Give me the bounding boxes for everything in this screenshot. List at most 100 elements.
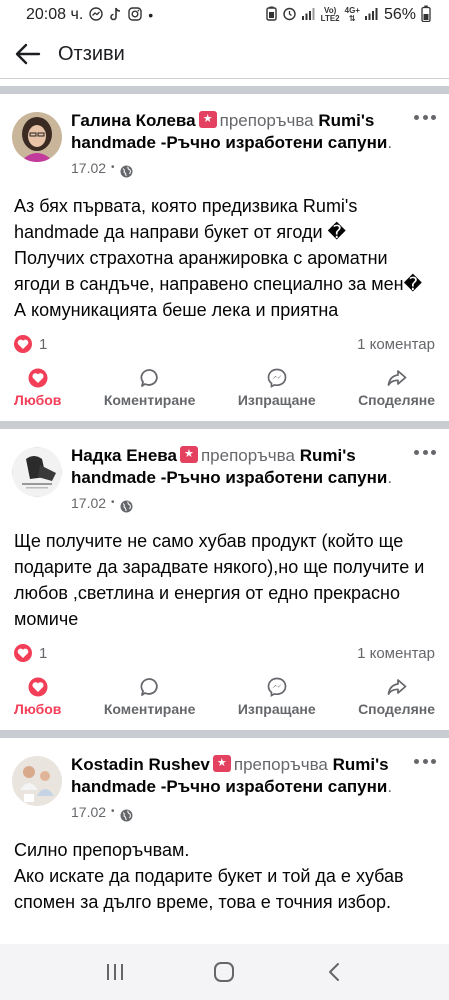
more-options-icon[interactable] (414, 112, 436, 122)
heart-icon (27, 676, 49, 698)
comments-count[interactable]: 1 коментар (357, 336, 435, 353)
globe-icon (120, 497, 133, 512)
post-header: Kostadin Rushevпрепоръчва Rumi's handmad… (0, 738, 449, 823)
send-label: Изпращане (237, 392, 316, 408)
review-post: Надка Еневапрепоръчва Rumi's handmade -Р… (0, 429, 449, 730)
post-separator (0, 421, 449, 429)
back-arrow-icon[interactable] (14, 40, 42, 68)
battery-saver-icon (265, 6, 277, 24)
post-meta: 17.02 • (71, 492, 397, 514)
post-text: Силно препоръчвам. Ако искате да подарит… (14, 840, 404, 912)
heart-icon (27, 367, 49, 389)
post-header: Галина Колевапрепоръчва Rumi's handmade … (0, 94, 449, 179)
post-separator (0, 86, 449, 94)
battery-percent: 56% (383, 6, 416, 23)
meta-separator: • (111, 497, 115, 508)
comment-icon (139, 367, 161, 389)
reaction-count: 1 (39, 644, 48, 662)
heart-reaction-icon (14, 335, 32, 353)
share-button[interactable]: Споделяне (358, 676, 435, 717)
share-icon (386, 676, 408, 698)
network-4g-indicator: 4G+ ⇅ (344, 6, 360, 23)
comment-button[interactable]: Коментиране (103, 676, 196, 717)
post-meta: 17.02 • (71, 801, 397, 823)
avatar[interactable] (12, 112, 62, 162)
recommends-label: препоръчва (233, 755, 328, 774)
gap (0, 79, 449, 86)
love-button[interactable]: Любов (14, 367, 61, 408)
comment-icon (139, 676, 161, 698)
recommend-badge-icon (179, 446, 198, 463)
post-stats: 1 1 коментар (0, 632, 449, 666)
love-label: Любов (14, 392, 62, 408)
post-date[interactable]: 17.02 (71, 801, 106, 823)
share-icon (386, 367, 408, 389)
reactions-summary[interactable]: 1 (14, 335, 47, 353)
author-name[interactable]: Надка Енева (71, 446, 177, 465)
heart-reaction-icon (14, 644, 32, 662)
comment-label: Коментиране (103, 701, 196, 717)
messenger-icon (266, 676, 288, 698)
post-title: Надка Еневапрепоръчва Rumi's handmade -Р… (71, 445, 437, 514)
send-button[interactable]: Изпращане (238, 676, 316, 717)
volte-indicator: Vo) LTE2 (320, 6, 340, 23)
post-stats: 1 1 коментар (0, 323, 449, 357)
messenger-icon (266, 367, 288, 389)
meta-separator: • (111, 806, 115, 817)
system-navigation-bar (0, 944, 449, 1000)
recommends-label: препоръчва (219, 111, 314, 130)
share-label: Споделяне (358, 392, 435, 408)
post-text: Аз бях първата, която предизвика Rumi's … (14, 196, 423, 320)
post-date[interactable]: 17.02 (71, 157, 106, 179)
reviews-feed[interactable]: Галина Колевапрепоръчва Rumi's handmade … (0, 78, 449, 944)
recommend-badge-icon (212, 755, 231, 772)
recent-apps-icon[interactable] (95, 952, 135, 992)
tiktok-notification-icon (109, 7, 122, 24)
love-label: Любов (14, 701, 62, 717)
author-name[interactable]: Kostadin Rushev (71, 755, 210, 774)
send-label: Изпращане (237, 701, 316, 717)
send-button[interactable]: Изпращане (238, 367, 316, 408)
comment-label: Коментиране (103, 392, 196, 408)
post-actions: Любов Коментиране Изпращане Споделяне (0, 357, 449, 421)
reactions-summary[interactable]: 1 (14, 644, 47, 662)
back-nav-icon[interactable] (314, 952, 354, 992)
post-meta: 17.02 • (71, 157, 397, 179)
love-button[interactable]: Любов (14, 676, 61, 717)
avatar[interactable] (12, 447, 62, 497)
avatar[interactable] (12, 756, 62, 806)
more-options-icon[interactable] (414, 756, 436, 766)
signal-1-icon (301, 7, 316, 23)
post-actions: Любов Коментиране Изпращане Споделяне (0, 666, 449, 730)
page-title: Отзиви (58, 42, 125, 65)
battery-icon (421, 5, 431, 25)
status-dot-icon: • (148, 7, 154, 23)
home-icon[interactable] (204, 952, 244, 992)
recommends-label: препоръчва (200, 446, 295, 465)
comments-count[interactable]: 1 коментар (357, 645, 435, 662)
app-header: Отзиви (0, 30, 449, 78)
share-button[interactable]: Споделяне (358, 367, 435, 408)
status-time: 20:08 ч. (26, 6, 84, 23)
post-text: Ще получите не само хубав продукт (който… (14, 531, 425, 629)
post-separator (0, 730, 449, 738)
signal-2-icon (364, 7, 379, 23)
globe-icon (120, 162, 133, 177)
status-bar: 20:08 ч. • Vo) LTE2 4G+ ⇅ 56% (0, 0, 449, 30)
author-name[interactable]: Галина Колева (71, 111, 196, 130)
comment-button[interactable]: Коментиране (103, 367, 196, 408)
recommend-badge-icon (198, 111, 217, 128)
post-date[interactable]: 17.02 (71, 492, 106, 514)
alarm-icon (282, 6, 297, 24)
reaction-count: 1 (39, 335, 48, 353)
post-title: Галина Колевапрепоръчва Rumi's handmade … (71, 110, 437, 179)
meta-separator: • (111, 162, 115, 173)
post-title: Kostadin Rushevпрепоръчва Rumi's handmad… (71, 754, 437, 823)
review-post: Галина Колевапрепоръчва Rumi's handmade … (0, 94, 449, 421)
share-label: Споделяне (358, 701, 435, 717)
more-options-icon[interactable] (414, 447, 436, 457)
review-post: Kostadin Rushevпрепоръчва Rumi's handmad… (0, 738, 449, 915)
instagram-notification-icon (128, 6, 142, 24)
post-header: Надка Еневапрепоръчва Rumi's handmade -Р… (0, 429, 449, 514)
messenger-notification-icon (89, 6, 103, 24)
